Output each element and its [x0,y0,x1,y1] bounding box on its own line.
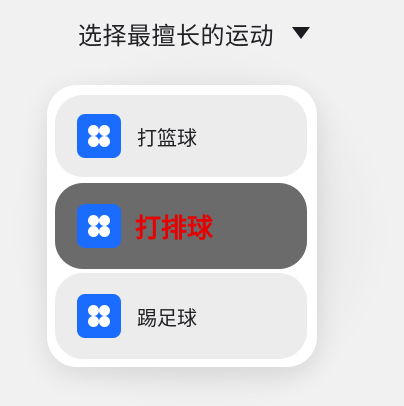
menu-item-volleyball[interactable]: 打排球 [55,183,307,269]
menu-item-label: 踢足球 [137,305,197,330]
menu-item-basketball[interactable]: 打篮球 [55,95,307,177]
sport-select-dropdown[interactable]: 选择最擅长的运动 [78,10,310,56]
page-title: 选择最擅长的运动 [78,21,274,50]
caret-down-icon [292,27,310,39]
app-grid-icon [77,294,121,338]
header: 选择最擅长的运动 [0,10,404,56]
app-grid-icon [77,204,121,248]
menu-item-football[interactable]: 踢足球 [55,273,307,359]
sport-options-menu: 打篮球 打排球 踢足球 [47,85,317,367]
menu-item-label: 打排球 [135,213,214,244]
app-grid-icon [77,114,121,158]
menu-item-label: 打篮球 [137,125,197,150]
